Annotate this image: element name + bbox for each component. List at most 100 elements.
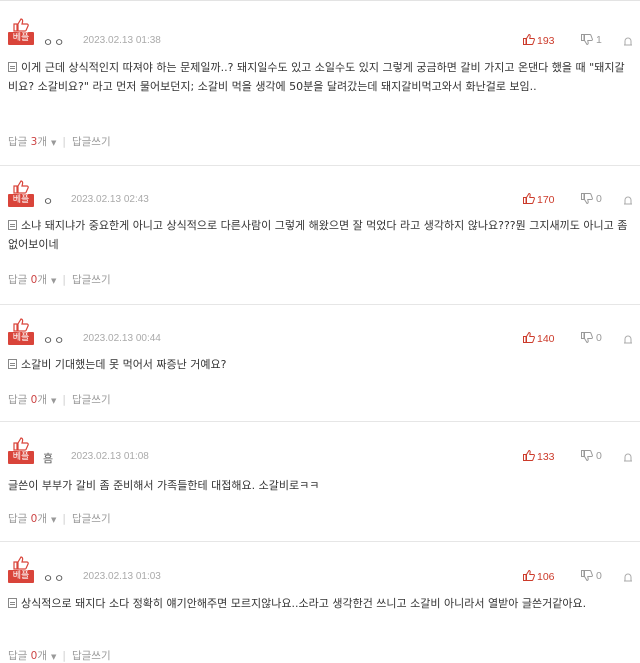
- best-label: 베플: [8, 32, 34, 45]
- write-reply-link[interactable]: 답글쓰기: [72, 274, 111, 286]
- author-name[interactable]: ㅇㅇ: [43, 332, 65, 348]
- write-reply-link[interactable]: 답글쓰기: [72, 513, 111, 525]
- reply-toggle[interactable]: 답글 0개 ▼: [8, 274, 60, 286]
- best-label: 베플: [8, 570, 34, 583]
- report-icon[interactable]: [623, 334, 633, 344]
- dislike-count: 0: [596, 332, 602, 344]
- comment-body: 글쓴이 부부가 갈비 좀 준비해서 가족들한테 대접해요. 소갈비로ㅋㅋ: [8, 479, 320, 492]
- dislike-count: 0: [596, 450, 602, 462]
- comment-date: 2023.02.13 01:03: [83, 571, 161, 582]
- reply-label: 답글: [8, 136, 28, 148]
- like-count: 133: [537, 451, 555, 463]
- report-icon[interactable]: [623, 195, 633, 205]
- thumbs-up-icon: [523, 332, 535, 343]
- document-icon: [8, 62, 17, 72]
- reply-count-suffix: 개: [37, 274, 48, 286]
- thumbs-up-icon: [523, 193, 535, 204]
- dislike-count: 0: [596, 193, 602, 205]
- divider: |: [62, 274, 66, 286]
- best-label: 베플: [8, 332, 34, 345]
- like-button[interactable]: 133: [523, 450, 555, 463]
- dislike-count: 0: [596, 570, 602, 582]
- thumbs-up-icon: [13, 318, 29, 332]
- comment-date: 2023.02.13 00:44: [83, 333, 161, 344]
- thumbs-up-icon: [13, 180, 29, 194]
- thumbs-up-icon: [13, 437, 29, 451]
- reply-label: 답글: [8, 274, 28, 286]
- comment-body: 소냐 돼지냐가 중요한게 아니고 상식적으로 다른사람이 그렇게 해왔으면 잘 …: [8, 219, 628, 251]
- reply-toggle[interactable]: 답글 0개 ▼: [8, 650, 60, 662]
- thumbs-down-icon: [581, 332, 593, 343]
- thumbs-down-icon: [581, 193, 593, 204]
- comment-text: 글쓴이 부부가 갈비 좀 준비해서 가족들한테 대접해요. 소갈비로ㅋㅋ: [8, 476, 630, 495]
- like-button[interactable]: 170: [523, 193, 555, 206]
- thumbs-down-icon: [581, 34, 593, 45]
- best-badge: 베플: [8, 318, 34, 345]
- like-button[interactable]: 140: [523, 332, 555, 345]
- thumbs-up-icon: [13, 556, 29, 570]
- reply-count-suffix: 개: [37, 650, 48, 662]
- divider: |: [62, 513, 66, 525]
- best-badge: 베플: [8, 180, 34, 207]
- chevron-down-icon: ▼: [51, 516, 57, 524]
- reply-count-suffix: 개: [37, 394, 48, 406]
- like-button[interactable]: 106: [523, 570, 555, 583]
- write-reply-link[interactable]: 답글쓰기: [72, 650, 111, 662]
- comment-body: 소갈비 기대했는데 못 먹어서 짜증난 거예요?: [21, 358, 227, 371]
- thumbs-up-icon: [523, 570, 535, 581]
- author-name[interactable]: ㅇㅇ: [43, 34, 65, 50]
- chevron-down-icon: ▼: [51, 397, 57, 405]
- reply-label: 답글: [8, 513, 28, 525]
- comment-separator: [0, 541, 640, 542]
- reply-bar: 답글 0개 ▼ | 답글쓰기: [8, 392, 111, 407]
- divider: |: [62, 136, 66, 148]
- reply-toggle[interactable]: 답글 0개 ▼: [8, 513, 60, 525]
- chevron-down-icon: ▼: [51, 653, 57, 661]
- reply-bar: 답글 3개 ▼ | 답글쓰기: [8, 134, 111, 149]
- comment-text: 이게 근데 상식적인지 따져야 하는 문제일까..? 돼지일수도 있고 소일수도…: [8, 58, 630, 96]
- like-count: 193: [537, 35, 555, 47]
- dislike-count: 1: [596, 34, 602, 46]
- comment-text: 소냐 돼지냐가 중요한게 아니고 상식적으로 다른사람이 그렇게 해왔으면 잘 …: [8, 216, 630, 254]
- author-name[interactable]: ㅇ: [43, 193, 54, 209]
- best-badge: 베플: [8, 556, 34, 583]
- comment-separator: [0, 421, 640, 422]
- dislike-button[interactable]: 1: [581, 34, 602, 46]
- document-icon: [8, 359, 17, 369]
- report-icon[interactable]: [623, 36, 633, 46]
- document-icon: [8, 220, 17, 230]
- like-count: 106: [537, 571, 555, 583]
- reply-count-suffix: 개: [37, 513, 48, 525]
- comment-text: 소갈비 기대했는데 못 먹어서 짜증난 거예요?: [8, 355, 630, 374]
- like-count: 140: [537, 333, 555, 345]
- dislike-button[interactable]: 0: [581, 570, 602, 582]
- write-reply-link[interactable]: 답글쓰기: [72, 394, 111, 406]
- top-border: [0, 0, 640, 7]
- comment-separator: [0, 304, 640, 305]
- report-icon[interactable]: [623, 572, 633, 582]
- divider: |: [62, 650, 66, 662]
- dislike-button[interactable]: 0: [581, 193, 602, 205]
- dislike-button[interactable]: 0: [581, 332, 602, 344]
- comment-date: 2023.02.13 01:38: [83, 35, 161, 46]
- chevron-down-icon: ▼: [51, 139, 57, 147]
- report-icon[interactable]: [623, 452, 633, 462]
- comment-text: 상식적으로 돼지다 소다 정확히 얘기안해주면 모르지않나요..소라고 생각한건…: [8, 594, 630, 613]
- author-name[interactable]: ㅇㅇ: [43, 570, 65, 586]
- author-name[interactable]: 흠: [43, 450, 54, 466]
- dislike-button[interactable]: 0: [581, 450, 602, 462]
- chevron-down-icon: ▼: [51, 277, 57, 285]
- reply-bar: 답글 0개 ▼ | 답글쓰기: [8, 648, 111, 663]
- document-icon: [8, 598, 17, 608]
- reply-label: 답글: [8, 650, 28, 662]
- comment-separator: [0, 165, 640, 166]
- reply-toggle[interactable]: 답글 0개 ▼: [8, 394, 60, 406]
- reply-toggle[interactable]: 답글 3개 ▼: [8, 136, 60, 148]
- comment-body: 상식적으로 돼지다 소다 정확히 얘기안해주면 모르지않나요..소라고 생각한건…: [21, 597, 587, 610]
- reply-bar: 답글 0개 ▼ | 답글쓰기: [8, 511, 111, 526]
- write-reply-link[interactable]: 답글쓰기: [72, 136, 111, 148]
- like-button[interactable]: 193: [523, 34, 555, 47]
- thumbs-up-icon: [13, 18, 29, 32]
- comment-date: 2023.02.13 01:08: [71, 451, 149, 462]
- comment-body: 이게 근데 상식적인지 따져야 하는 문제일까..? 돼지일수도 있고 소일수도…: [8, 61, 625, 93]
